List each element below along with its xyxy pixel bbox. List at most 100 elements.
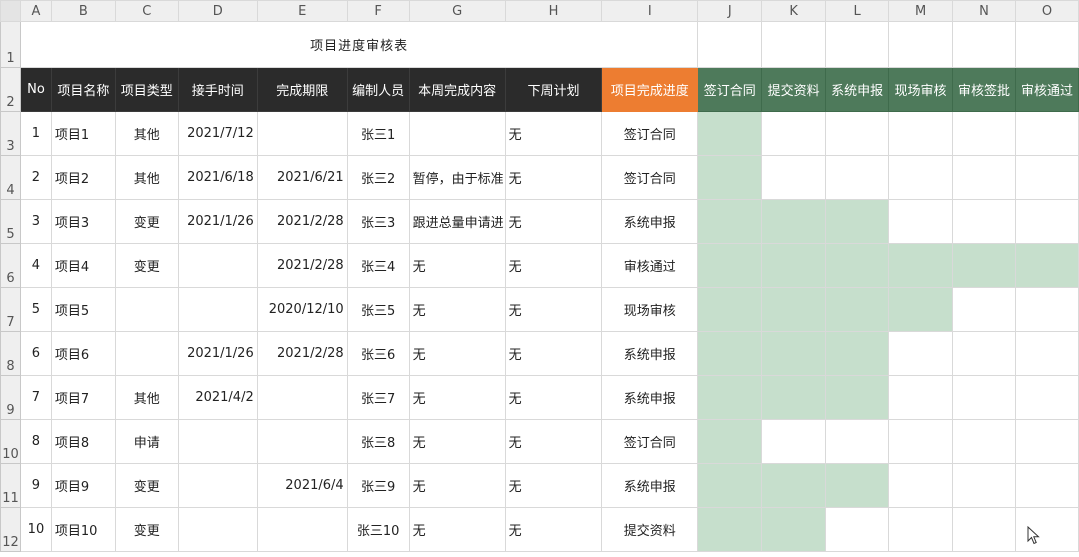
cell-progress[interactable]: 签订合同 xyxy=(601,111,699,156)
header-stage-3[interactable]: 系统申报 xyxy=(825,67,890,112)
cell-this-week[interactable]: 无 xyxy=(408,507,506,552)
cell-start-time[interactable]: 2021/1/26 xyxy=(177,199,258,244)
cell-deadline[interactable]: 2020/12/10 xyxy=(256,287,348,332)
row-header[interactable]: 12 xyxy=(0,507,21,552)
stage-cell[interactable] xyxy=(952,199,1016,244)
cell-deadline[interactable] xyxy=(256,507,348,552)
cell-L1[interactable] xyxy=(825,21,890,68)
stage-cell[interactable] xyxy=(888,111,954,156)
stage-cell[interactable] xyxy=(697,419,763,464)
stage-cell[interactable] xyxy=(697,507,763,552)
cell-progress[interactable]: 系统申报 xyxy=(601,199,699,244)
cell-no[interactable]: 7 xyxy=(19,375,52,420)
stage-cell[interactable] xyxy=(697,331,763,376)
cell-start-time[interactable]: 2021/7/12 xyxy=(177,111,258,156)
cell-next-week[interactable]: 无 xyxy=(504,507,603,552)
cell-no[interactable]: 2 xyxy=(19,155,52,200)
stage-cell[interactable] xyxy=(888,331,954,376)
cell-project-type[interactable]: 其他 xyxy=(114,375,179,420)
cell-deadline[interactable]: 2021/6/21 xyxy=(256,155,348,200)
header-this-week[interactable]: 本周完成内容 xyxy=(408,67,506,112)
stage-cell[interactable] xyxy=(888,199,954,244)
cell-next-week[interactable]: 无 xyxy=(504,287,603,332)
header-stage-2[interactable]: 提交资料 xyxy=(761,67,827,112)
row-header[interactable]: 11 xyxy=(0,463,21,508)
cell-K1[interactable] xyxy=(761,21,827,68)
cell-project-name[interactable]: 项目10 xyxy=(50,507,116,552)
cell-project-type[interactable] xyxy=(114,287,179,332)
cell-deadline[interactable]: 2021/2/28 xyxy=(256,199,348,244)
header-stage-5[interactable]: 审核签批 xyxy=(952,67,1016,112)
stage-cell[interactable] xyxy=(952,331,1016,376)
header-stage-6[interactable]: 审核通过 xyxy=(1014,67,1079,112)
stage-cell[interactable] xyxy=(1014,243,1079,288)
cell-no[interactable]: 6 xyxy=(19,331,52,376)
cell-no[interactable]: 8 xyxy=(19,419,52,464)
header-next-week[interactable]: 下周计划 xyxy=(504,67,603,112)
cell-no[interactable]: 9 xyxy=(19,463,52,508)
cell-next-week[interactable]: 无 xyxy=(504,331,603,376)
column-header-N[interactable]: N xyxy=(952,0,1016,22)
cell-deadline[interactable] xyxy=(256,419,348,464)
stage-cell[interactable] xyxy=(761,331,827,376)
row-header[interactable]: 5 xyxy=(0,199,21,244)
row-header[interactable]: 7 xyxy=(0,287,21,332)
cell-project-name[interactable]: 项目5 xyxy=(50,287,116,332)
stage-cell[interactable] xyxy=(1014,155,1079,200)
stage-cell[interactable] xyxy=(825,375,890,420)
cell-start-time[interactable] xyxy=(177,507,258,552)
stage-cell[interactable] xyxy=(761,507,827,552)
cell-deadline[interactable]: 2021/2/28 xyxy=(256,243,348,288)
stage-cell[interactable] xyxy=(952,463,1016,508)
cell-no[interactable]: 5 xyxy=(19,287,52,332)
column-header-L[interactable]: L xyxy=(825,0,890,22)
cell-no[interactable]: 4 xyxy=(19,243,52,288)
cell-deadline[interactable]: 2021/2/28 xyxy=(256,331,348,376)
cell-progress[interactable]: 现场审核 xyxy=(601,287,699,332)
stage-cell[interactable] xyxy=(952,111,1016,156)
cell-project-type[interactable]: 变更 xyxy=(114,507,179,552)
stage-cell[interactable] xyxy=(888,287,954,332)
stage-cell[interactable] xyxy=(825,331,890,376)
stage-cell[interactable] xyxy=(697,111,763,156)
stage-cell[interactable] xyxy=(825,507,890,552)
header-stage-4[interactable]: 现场审核 xyxy=(888,67,954,112)
cell-progress[interactable]: 签订合同 xyxy=(601,419,699,464)
stage-cell[interactable] xyxy=(952,375,1016,420)
cell-project-name[interactable]: 项目4 xyxy=(50,243,116,288)
cell-author[interactable]: 张三1 xyxy=(346,111,410,156)
stage-cell[interactable] xyxy=(1014,419,1079,464)
stage-cell[interactable] xyxy=(1014,463,1079,508)
cell-project-type[interactable]: 其他 xyxy=(114,155,179,200)
cell-project-type[interactable] xyxy=(114,331,179,376)
stage-cell[interactable] xyxy=(888,419,954,464)
cell-author[interactable]: 张三10 xyxy=(346,507,410,552)
cell-next-week[interactable]: 无 xyxy=(504,199,603,244)
stage-cell[interactable] xyxy=(761,419,827,464)
cell-this-week[interactable]: 无 xyxy=(408,375,506,420)
cell-start-time[interactable]: 2021/4/2 xyxy=(177,375,258,420)
cell-project-type[interactable]: 变更 xyxy=(114,463,179,508)
stage-cell[interactable] xyxy=(888,155,954,200)
cell-next-week[interactable]: 无 xyxy=(504,155,603,200)
stage-cell[interactable] xyxy=(1014,199,1079,244)
cell-next-week[interactable]: 无 xyxy=(504,111,603,156)
cell-deadline[interactable] xyxy=(256,111,348,156)
row-header-2[interactable]: 2 xyxy=(0,67,21,112)
row-header-1[interactable]: 1 xyxy=(0,21,21,68)
stage-cell[interactable] xyxy=(697,199,763,244)
column-header-I[interactable]: I xyxy=(601,0,699,22)
cell-this-week[interactable]: 跟进总量申请进 xyxy=(408,199,506,244)
cell-start-time[interactable]: 2021/6/18 xyxy=(177,155,258,200)
stage-cell[interactable] xyxy=(697,155,763,200)
cell-start-time[interactable]: 2021/1/26 xyxy=(177,331,258,376)
stage-cell[interactable] xyxy=(697,287,763,332)
stage-cell[interactable] xyxy=(952,243,1016,288)
header-stage-1[interactable]: 签订合同 xyxy=(697,67,763,112)
cell-no[interactable]: 10 xyxy=(19,507,52,552)
cell-next-week[interactable]: 无 xyxy=(504,375,603,420)
header-deadline[interactable]: 完成期限 xyxy=(256,67,348,112)
stage-cell[interactable] xyxy=(1014,331,1079,376)
cell-author[interactable]: 张三9 xyxy=(346,463,410,508)
cell-progress[interactable]: 系统申报 xyxy=(601,331,699,376)
